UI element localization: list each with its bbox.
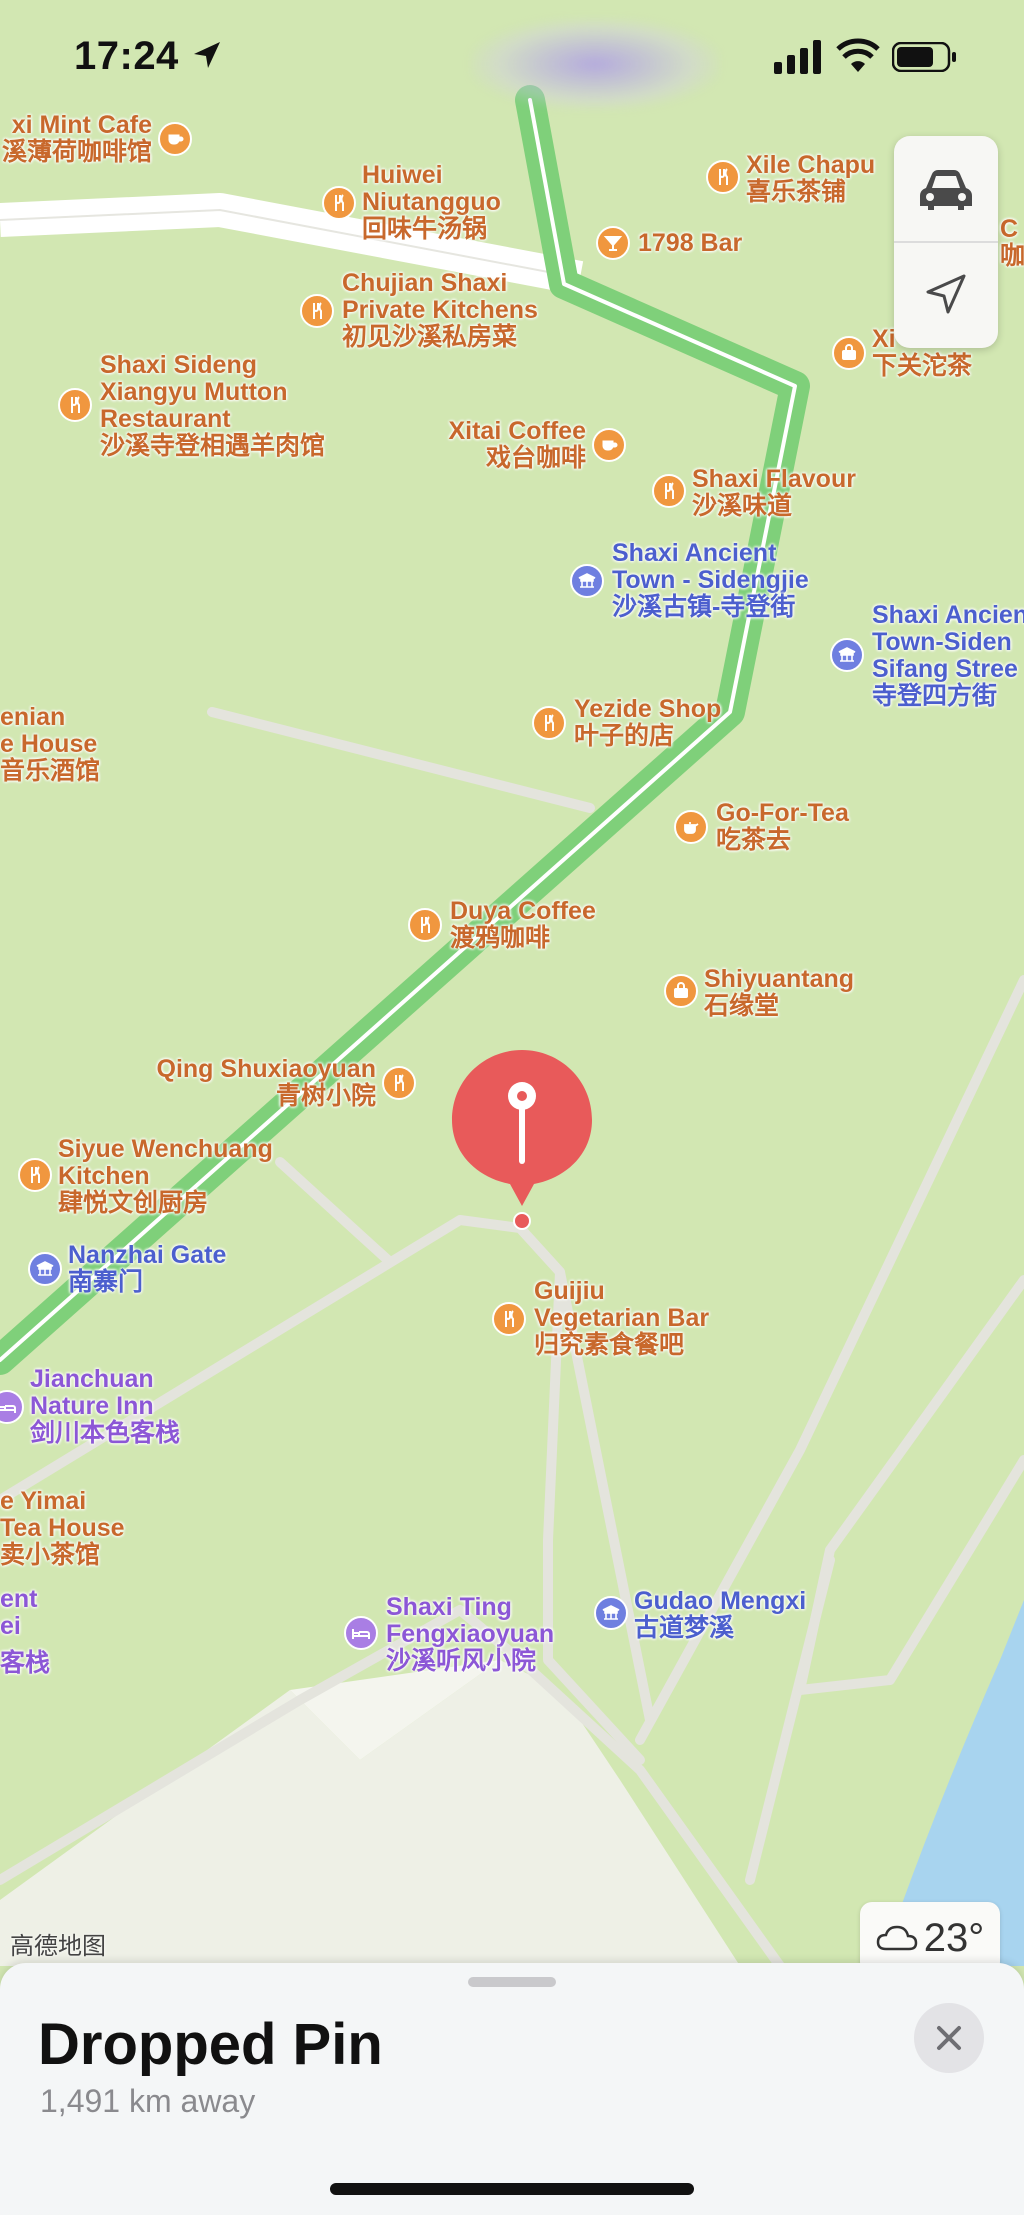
sheet-title: Dropped Pin [38,2012,383,2077]
poi-xile-chapu[interactable]: Xile Chapu 喜乐茶铺 [746,152,875,206]
poi-yimai-tea-house[interactable]: e Yimai Tea House 卖小茶馆 [0,1488,125,1569]
cellular-signal-icon [774,40,821,74]
poi-edge-cafe[interactable]: C咖 [1000,216,1024,270]
poi-shaxi-ting-fengxiaoyuan[interactable]: Shaxi Ting Fengxiaoyuan 沙溪听风小院 [386,1594,554,1675]
poi-gudao-mengxi[interactable]: Gudao Mengxi 古道梦溪 [634,1588,806,1642]
poi-hotel-edge[interactable]: ent ei 客栈 [0,1586,50,1677]
sheet-grabber[interactable] [468,1977,556,1987]
poi-qing-shuxiaoyuan[interactable]: Qing Shuxiaoyuan 青树小院 [140,1056,376,1110]
poi-sifang-landmark-icon[interactable] [830,638,864,672]
control-divider [894,241,998,243]
poi-xiaguan-bag-icon[interactable] [832,336,866,370]
poi-shiyuantang-bag-icon[interactable] [664,974,698,1008]
poi-duya-coffee[interactable]: Duya Coffee 渡鸦咖啡 [450,898,596,952]
sheet-distance: 1,491 km away [40,2083,256,2119]
status-bar: 17:24 [0,0,1024,112]
map-controls [894,136,998,348]
poi-shaxi-flavour[interactable]: Shaxi Flavour 沙溪味道 [692,466,856,520]
poi-armenian-house[interactable]: enian e House 音乐酒馆 [0,704,100,785]
poi-1798-bar[interactable]: 1798 Bar [638,230,742,257]
poi-nanzhai-gate[interactable]: Nanzhai Gate 南寨门 [68,1242,226,1296]
poi-gudao-landmark-icon[interactable] [594,1596,628,1630]
poi-shaxiting-bed-icon[interactable] [344,1616,378,1650]
poi-xile-fork-icon[interactable] [706,160,740,194]
poi-huiwei[interactable]: Huiwei Niutangguo 回味牛汤锅 [362,162,501,243]
dynamic-island-blur [470,18,720,110]
poi-jianchuan-nature-inn[interactable]: Jianchuan Nature Inn 剑川本色客栈 [30,1366,180,1447]
poi-bar-cocktail-icon[interactable] [596,226,630,260]
poi-chujian-fork-icon[interactable] [300,294,334,328]
poi-yezide-fork-icon[interactable] [532,706,566,740]
poi-guijiu-fork-icon[interactable] [492,1302,526,1336]
poi-shiyuantang[interactable]: Shiyuantang 石缘堂 [704,966,854,1020]
poi-sifang-street[interactable]: Shaxi Ancien Town-Siden Sifang Stree 寺登四方街 [872,602,1024,710]
poi-nanzhai-landmark-icon[interactable] [28,1252,62,1286]
dropped-pin-marker[interactable] [450,1048,594,1228]
poi-mint-cafe-cup-icon[interactable] [158,122,192,156]
poi-duya-fork-icon[interactable] [408,908,442,942]
cloud-icon [876,1925,918,1951]
poi-sidengjie-landmark-icon[interactable] [570,564,604,598]
close-icon [937,2026,961,2050]
home-indicator[interactable] [330,2183,694,2195]
poi-xitai-coffee[interactable]: Xitai Coffee 戏台咖啡 [420,418,586,472]
place-sheet[interactable]: Dropped Pin 1,491 km away [0,1963,1024,2215]
poi-gofortea-teapot-icon[interactable] [674,810,708,844]
map-view[interactable]: xi Mint Cafe 溪薄荷咖啡馆 Huiwei Niutangguo 回味牛汤锅… [0,0,1024,1966]
poi-sideng-mutton-fork-icon[interactable] [58,388,92,422]
poi-mint-cafe[interactable]: xi Mint Cafe 溪薄荷咖啡馆 [0,112,152,166]
poi-shaxi-sideng-mutton[interactable]: Shaxi Sideng Xiangyu Mutton Restaurant 沙溪寺登… [100,352,325,460]
poi-yezide-shop[interactable]: Yezide Shop 叶子的店 [574,696,721,750]
car-icon[interactable] [918,166,974,214]
poi-siyue-fork-icon[interactable] [18,1158,52,1192]
poi-xitai-cup-icon[interactable] [592,428,626,462]
location-services-icon [194,42,220,68]
map-attribution: 高德地图 [10,1933,106,1960]
poi-huiwei-fork-icon[interactable] [322,186,356,220]
poi-shaxi-flavour-fork-icon[interactable] [652,474,686,508]
poi-chujian-shaxi[interactable]: Chujian Shaxi Private Kitchens 初见沙溪私房菜 [342,270,538,351]
status-time: 17:24 [74,34,179,78]
poi-shaxi-ancient-town-sidengjie[interactable]: Shaxi Ancient Town - Sidengjie 沙溪古镇-寺登街 [612,540,809,621]
battery-icon [892,42,956,72]
poi-qing-fork-icon[interactable] [382,1066,416,1100]
poi-guijiu-vegetarian-bar[interactable]: Guijiu Vegetarian Bar 归究素食餐吧 [534,1278,709,1359]
location-arrow-icon[interactable] [924,272,968,316]
poi-siyue-wenchuang-kitchen[interactable]: Siyue Wenchuang Kitchen 肆悦文创厨房 [58,1136,273,1217]
close-button[interactable] [914,2003,984,2073]
poi-go-for-tea[interactable]: Go-For-Tea 吃茶去 [716,800,849,854]
temperature: 23° [923,1915,985,1960]
wifi-icon [836,38,880,72]
